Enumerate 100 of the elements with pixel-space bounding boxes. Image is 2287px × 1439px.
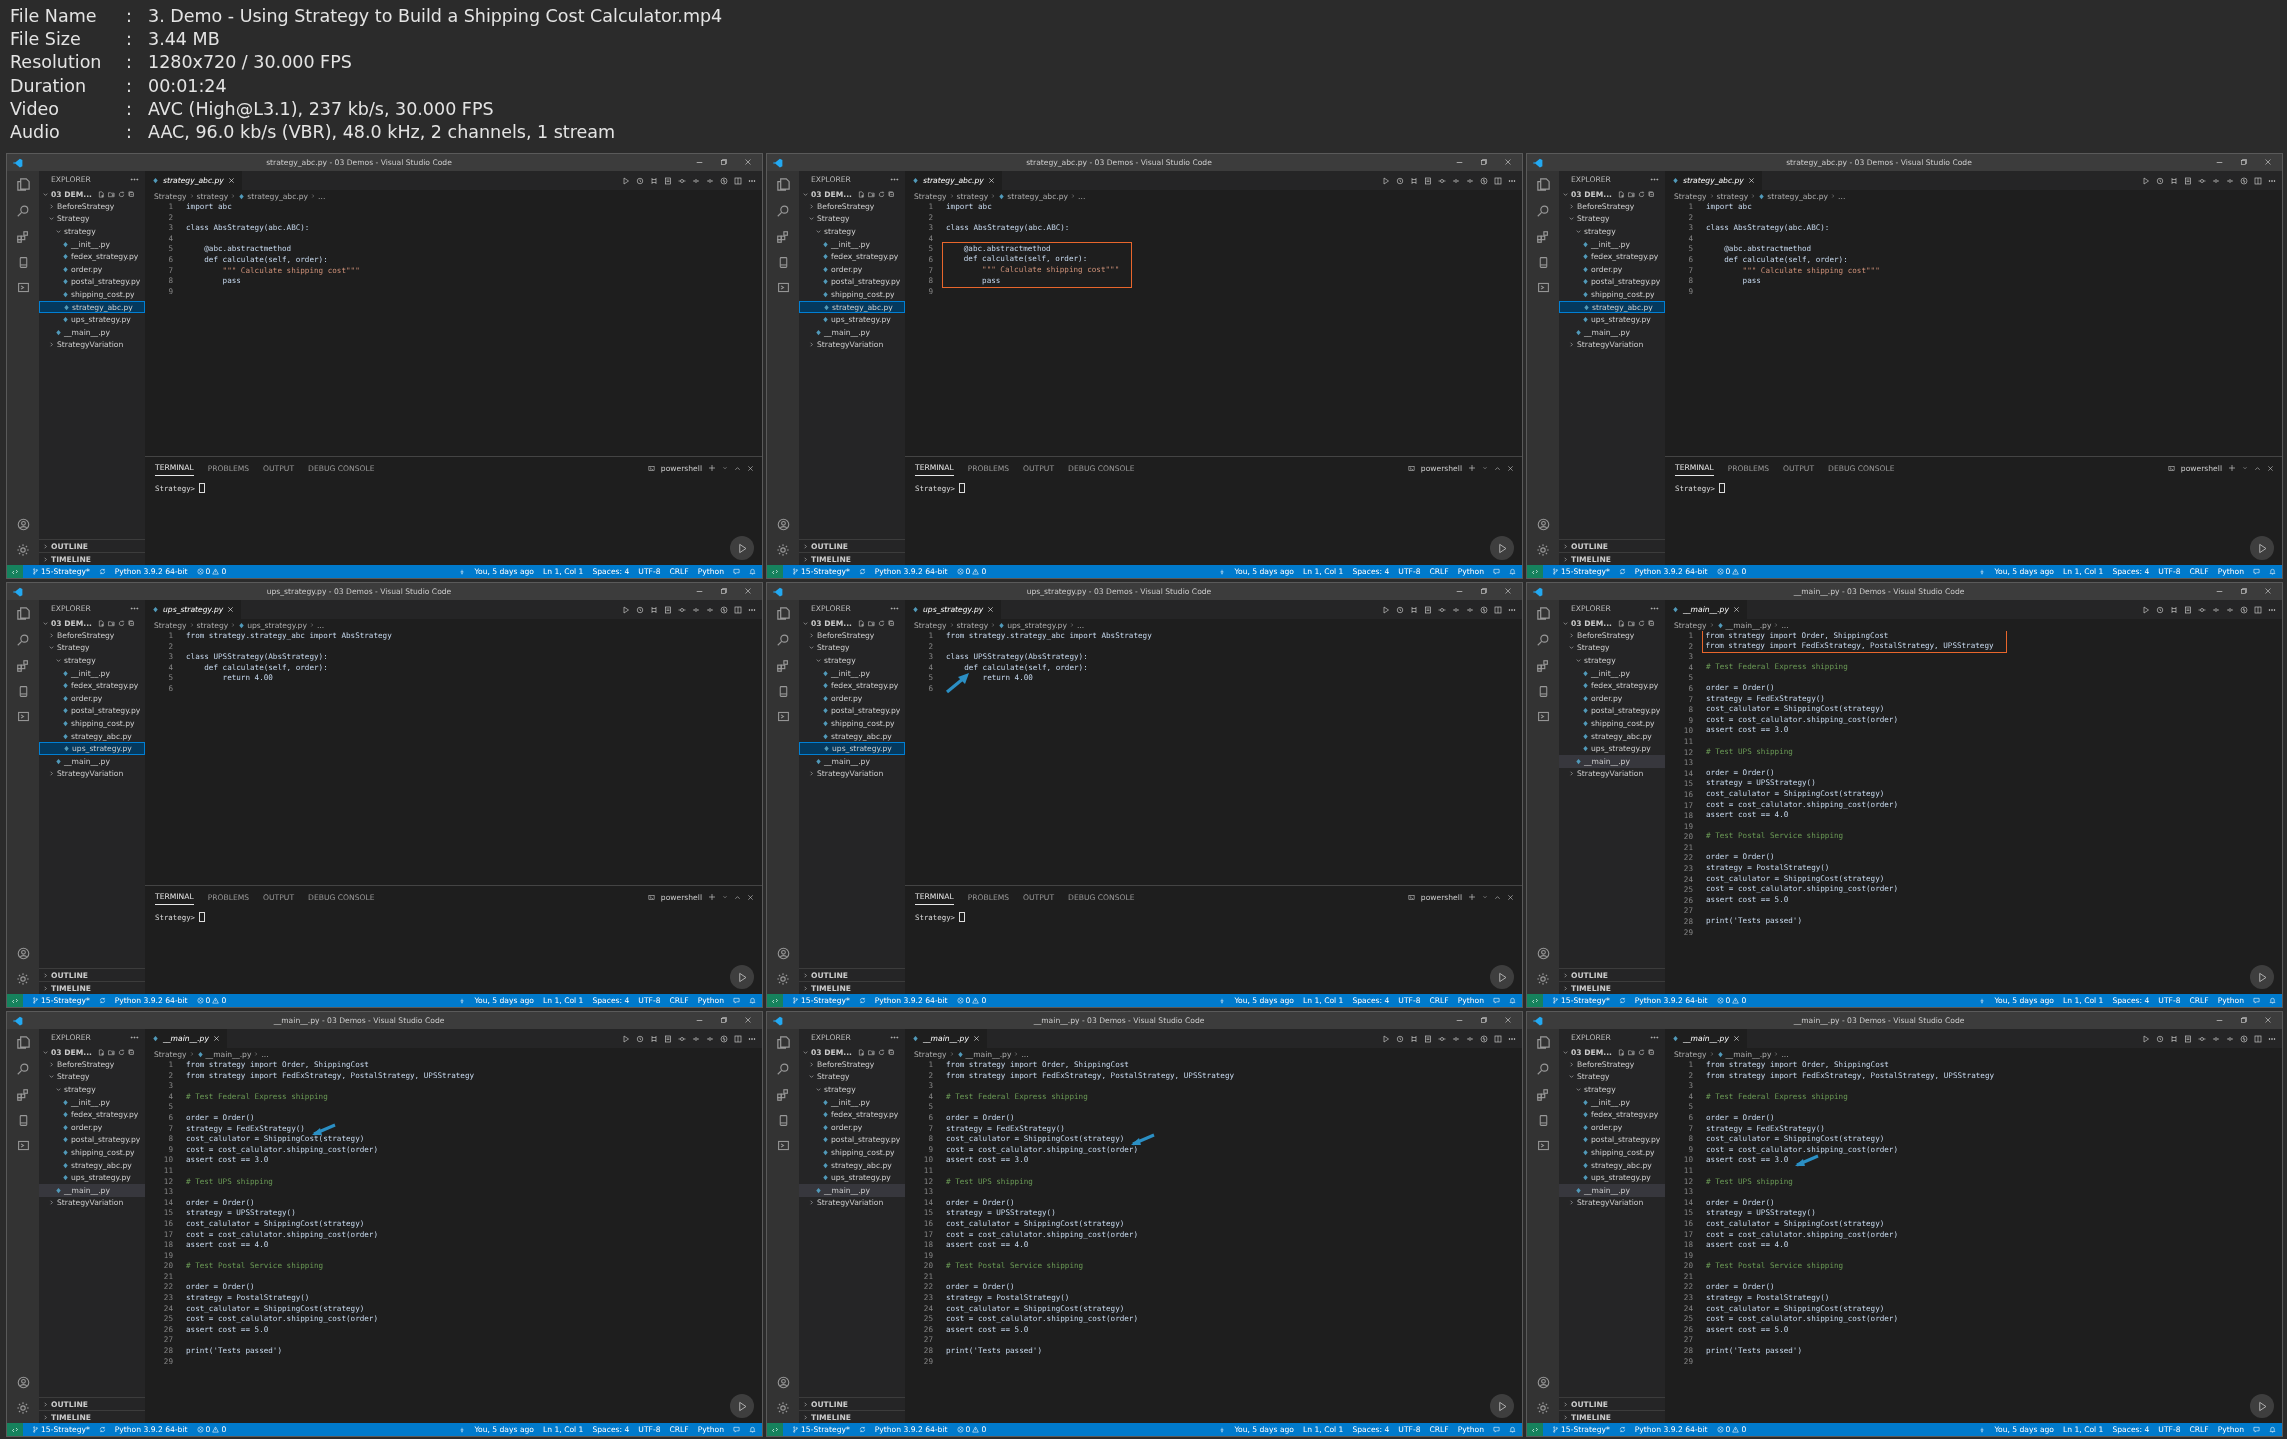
compare-icon[interactable] bbox=[1410, 176, 1418, 185]
more-icon[interactable] bbox=[1650, 604, 1659, 613]
bell-icon[interactable] bbox=[2269, 997, 2276, 1004]
split-icon[interactable] bbox=[1494, 176, 1502, 185]
document-icon[interactable] bbox=[2184, 176, 2192, 185]
collapse-icon[interactable] bbox=[127, 619, 135, 627]
remote-indicator[interactable] bbox=[767, 994, 783, 1007]
node-icon[interactable] bbox=[1466, 1034, 1474, 1043]
play-icon[interactable] bbox=[1490, 1394, 1514, 1418]
terminal-icon[interactable] bbox=[776, 710, 790, 723]
more-icon[interactable] bbox=[130, 1033, 139, 1042]
settings-icon[interactable] bbox=[16, 1401, 30, 1415]
settings-icon[interactable] bbox=[776, 1401, 790, 1415]
play-icon[interactable] bbox=[1490, 965, 1514, 989]
compare-icon[interactable] bbox=[1410, 1034, 1418, 1043]
close-icon[interactable] bbox=[747, 464, 754, 472]
settings-icon[interactable] bbox=[1536, 1401, 1550, 1415]
circle-icon[interactable] bbox=[1480, 605, 1488, 614]
history-icon[interactable] bbox=[1396, 605, 1404, 614]
new-folder-icon[interactable] bbox=[867, 619, 875, 627]
compare-icon[interactable] bbox=[650, 605, 658, 614]
document-icon[interactable] bbox=[1424, 176, 1432, 185]
close-icon[interactable] bbox=[1504, 1016, 1512, 1024]
more-icon[interactable] bbox=[890, 175, 899, 184]
run-icon[interactable] bbox=[2142, 605, 2150, 614]
terminal-icon[interactable] bbox=[1536, 710, 1550, 723]
play-icon[interactable] bbox=[2250, 965, 2274, 989]
feedback-icon[interactable] bbox=[733, 997, 740, 1004]
search-icon[interactable] bbox=[776, 204, 790, 218]
new-folder-icon[interactable] bbox=[107, 190, 115, 198]
node-icon[interactable] bbox=[1452, 605, 1460, 614]
chevron-icon[interactable] bbox=[42, 190, 49, 198]
split-icon[interactable] bbox=[1494, 605, 1502, 614]
account-icon[interactable] bbox=[1536, 1376, 1550, 1389]
document-icon[interactable] bbox=[664, 1034, 672, 1043]
run-icon[interactable] bbox=[1382, 605, 1390, 614]
circle-icon[interactable] bbox=[1480, 176, 1488, 185]
play-icon[interactable] bbox=[730, 536, 754, 560]
extensions-icon[interactable] bbox=[776, 230, 790, 244]
settings-icon[interactable] bbox=[16, 543, 30, 557]
sync-icon[interactable] bbox=[98, 568, 106, 575]
remote-indicator[interactable] bbox=[767, 1423, 783, 1436]
bell-icon[interactable] bbox=[2269, 1426, 2276, 1433]
terminal-icon[interactable] bbox=[16, 710, 30, 723]
node-icon[interactable] bbox=[2212, 605, 2220, 614]
node-icon[interactable] bbox=[706, 1034, 714, 1043]
chevron-icon[interactable] bbox=[42, 1048, 49, 1056]
account-icon[interactable] bbox=[16, 1376, 30, 1389]
remote-indicator[interactable] bbox=[7, 1423, 23, 1436]
commit-icon[interactable] bbox=[1438, 605, 1446, 614]
chevron-icon[interactable] bbox=[1562, 619, 1569, 627]
terminal-icon[interactable] bbox=[1536, 1139, 1550, 1152]
play-icon[interactable] bbox=[1490, 536, 1514, 560]
new-folder-icon[interactable] bbox=[1627, 619, 1635, 627]
close-icon[interactable] bbox=[744, 1016, 752, 1024]
history-icon[interactable] bbox=[2156, 176, 2164, 185]
new-folder-icon[interactable] bbox=[867, 190, 875, 198]
new-folder-icon[interactable] bbox=[867, 1048, 875, 1056]
circle-icon[interactable] bbox=[720, 176, 728, 185]
commit-icon[interactable] bbox=[678, 1034, 686, 1043]
search-icon[interactable] bbox=[16, 204, 30, 218]
commit-icon[interactable] bbox=[678, 176, 686, 185]
new-folder-icon[interactable] bbox=[1627, 190, 1635, 198]
collapse-icon[interactable] bbox=[127, 190, 135, 198]
run-icon[interactable] bbox=[622, 176, 630, 185]
node-icon[interactable] bbox=[2226, 605, 2234, 614]
account-icon[interactable] bbox=[1536, 947, 1550, 960]
bell-icon[interactable] bbox=[1509, 1426, 1516, 1433]
sync-icon[interactable] bbox=[98, 997, 106, 1004]
bell-icon[interactable] bbox=[749, 997, 756, 1004]
commit-icon[interactable] bbox=[1438, 1034, 1446, 1043]
terminal-icon[interactable] bbox=[16, 1139, 30, 1152]
history-icon[interactable] bbox=[2156, 1034, 2164, 1043]
refresh-icon[interactable] bbox=[117, 1048, 125, 1056]
more-icon[interactable] bbox=[890, 604, 899, 613]
restore-icon[interactable] bbox=[720, 587, 728, 595]
new-file-icon[interactable] bbox=[97, 619, 105, 627]
refresh-icon[interactable] bbox=[1637, 619, 1645, 627]
new-folder-icon[interactable] bbox=[107, 619, 115, 627]
refresh-icon[interactable] bbox=[117, 190, 125, 198]
collapse-icon[interactable] bbox=[887, 1048, 895, 1056]
feedback-icon[interactable] bbox=[1493, 997, 1500, 1004]
commit-icon[interactable] bbox=[2198, 176, 2206, 185]
terminal-icon[interactable] bbox=[16, 281, 30, 294]
circle-icon[interactable] bbox=[720, 1034, 728, 1043]
extensions-icon[interactable] bbox=[16, 230, 30, 244]
circle-icon[interactable] bbox=[2240, 176, 2248, 185]
run-icon[interactable] bbox=[2142, 1034, 2150, 1043]
search-icon[interactable] bbox=[776, 1062, 790, 1076]
maximize-icon[interactable] bbox=[734, 893, 741, 901]
run-icon[interactable] bbox=[622, 1034, 630, 1043]
new-file-icon[interactable] bbox=[857, 1048, 865, 1056]
remote-indicator[interactable] bbox=[1527, 565, 1543, 578]
remote-indicator[interactable] bbox=[1527, 1423, 1543, 1436]
bell-icon[interactable] bbox=[749, 1426, 756, 1433]
restore-icon[interactable] bbox=[720, 1016, 728, 1024]
new-folder-icon[interactable] bbox=[1627, 1048, 1635, 1056]
extensions-icon[interactable] bbox=[776, 659, 790, 673]
settings-icon[interactable] bbox=[1536, 972, 1550, 986]
sync-icon[interactable] bbox=[1618, 1426, 1626, 1433]
